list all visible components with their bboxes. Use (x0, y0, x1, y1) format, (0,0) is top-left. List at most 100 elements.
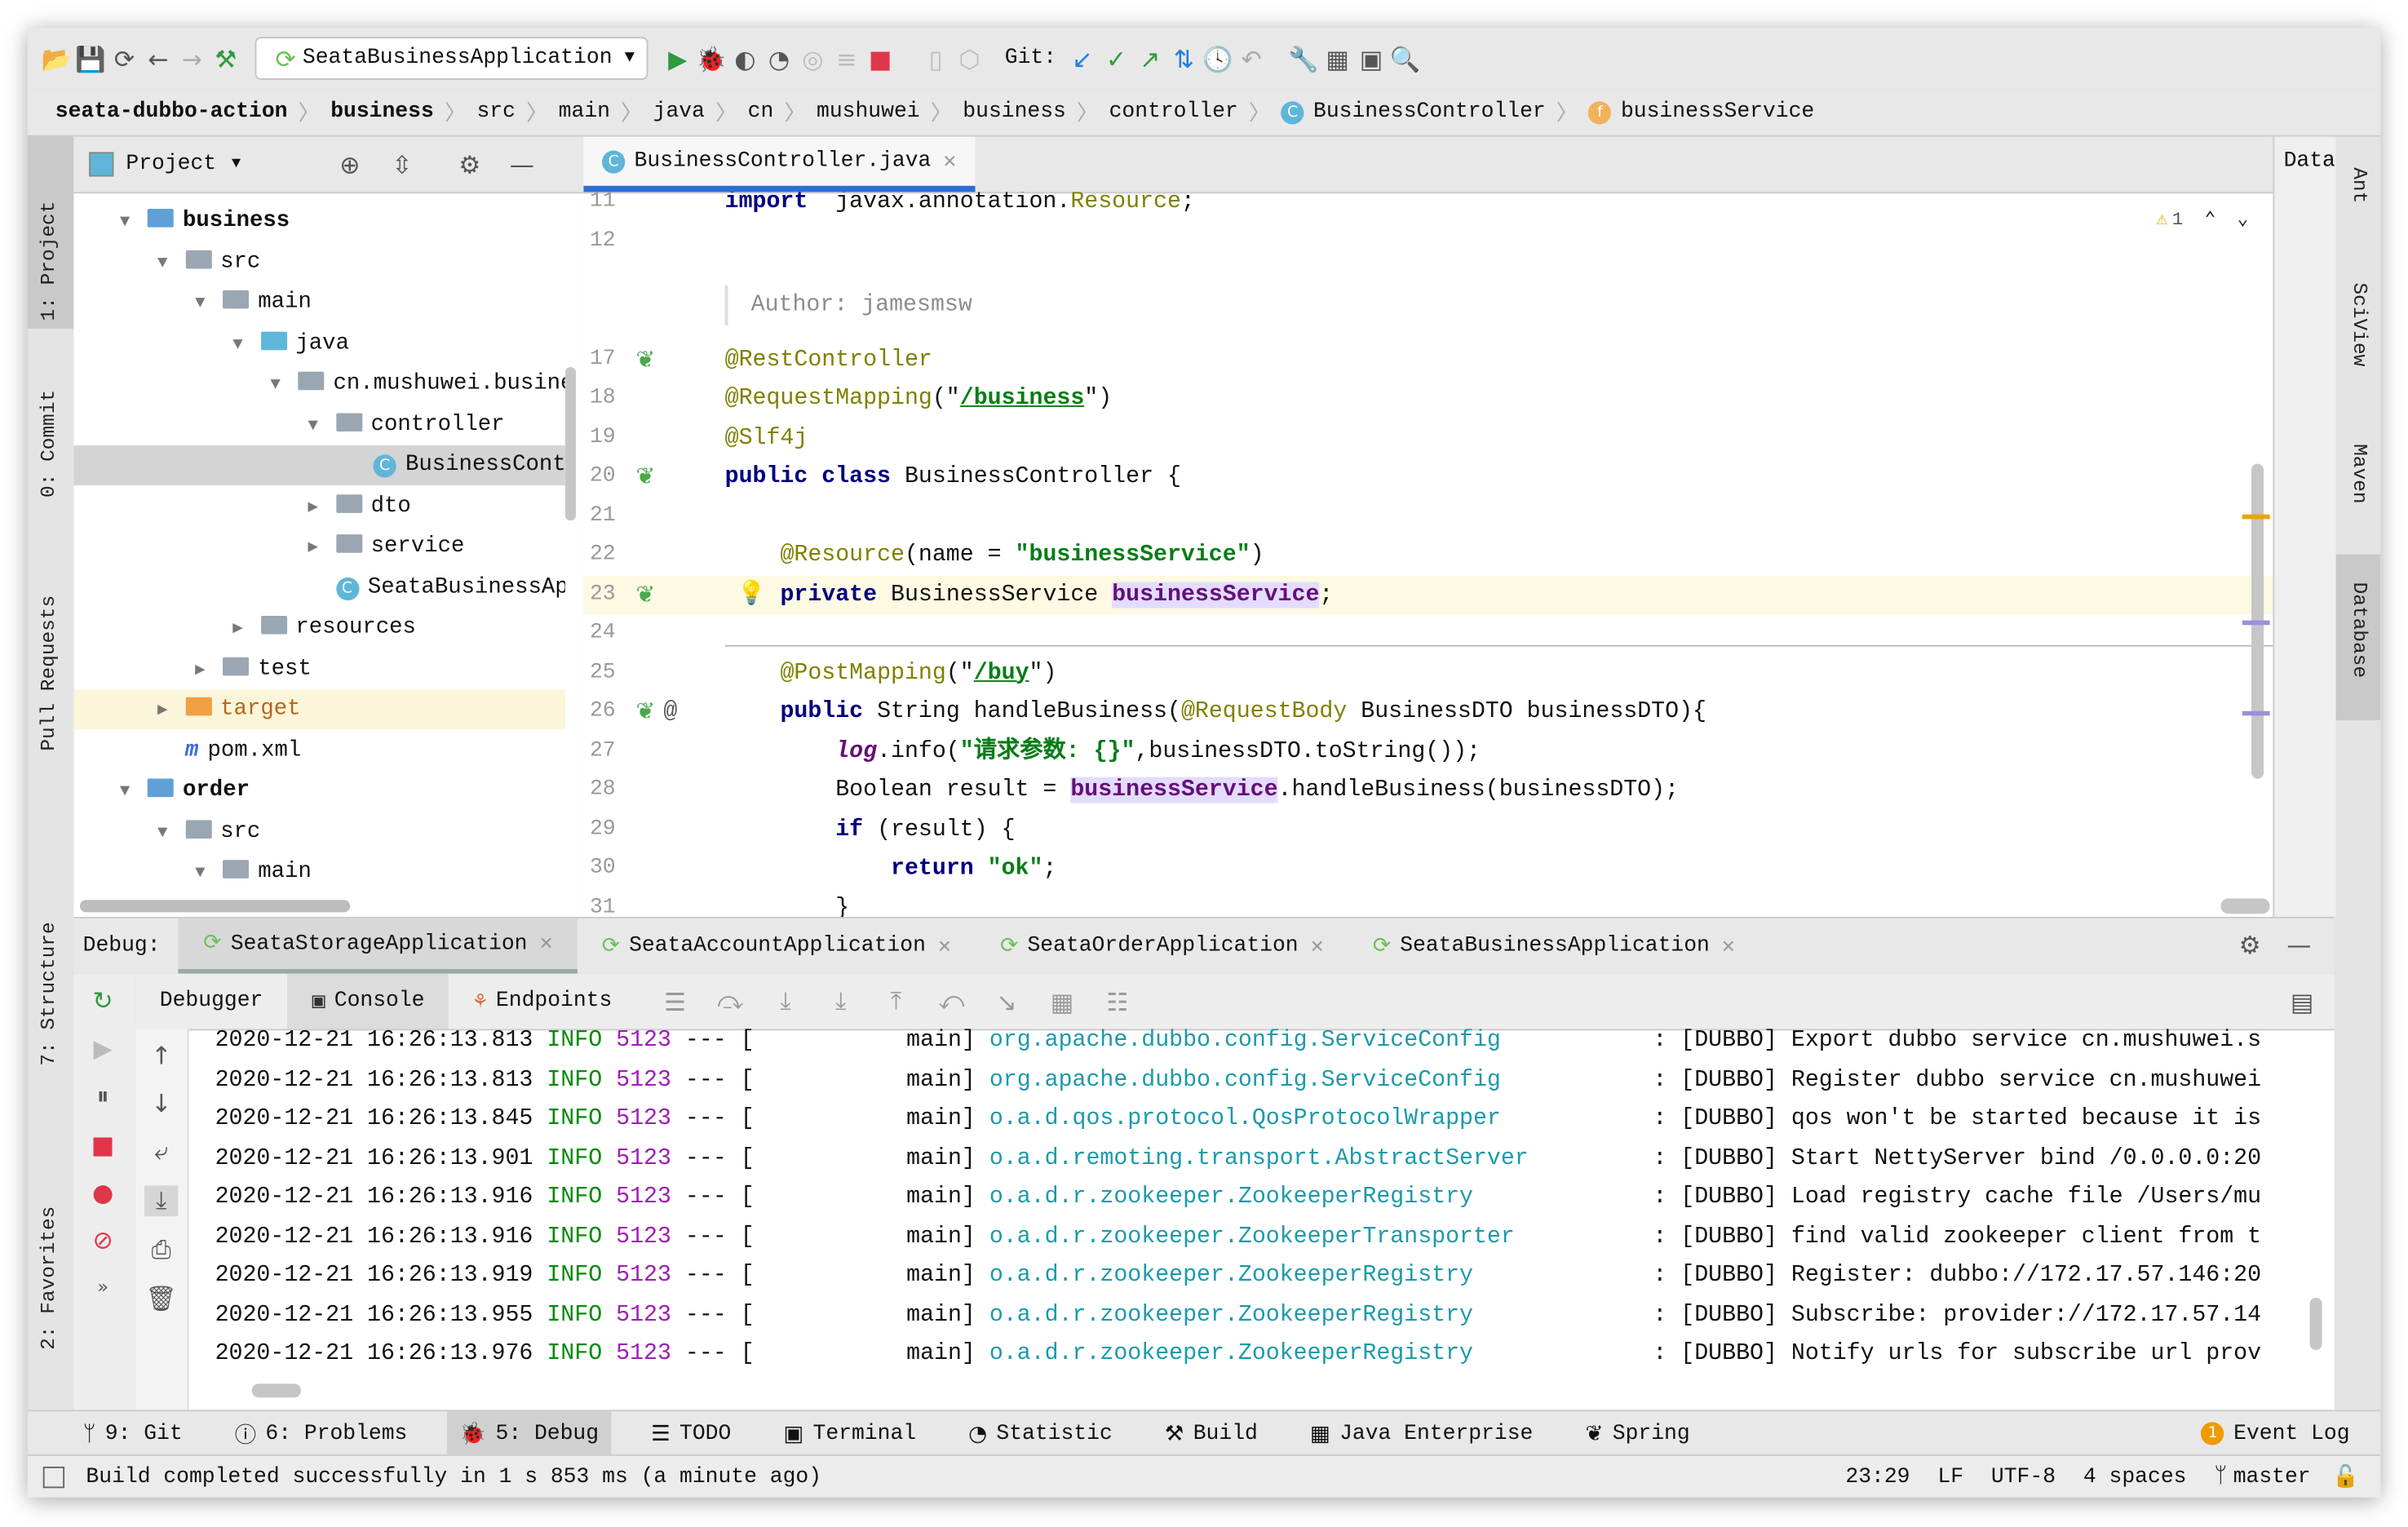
expanded-arrow-icon[interactable]: ▼ (195, 284, 223, 322)
breadcrumb-item[interactable]: business (330, 100, 434, 124)
console-horizontal-scrollbar[interactable] (251, 1383, 302, 1398)
wrench-icon[interactable]: 🔧 (1286, 44, 1320, 73)
tree-item[interactable]: ▶ resources (73, 609, 564, 648)
database-panel-title[interactable]: Data (2274, 137, 2335, 174)
tool-window-todo[interactable]: ☰ TODO (639, 1411, 743, 1456)
collapsed-arrow-icon[interactable]: ▶ (232, 609, 260, 648)
tree-item[interactable]: ▼ main (73, 852, 564, 892)
tool-window-button[interactable]: Ant (2348, 167, 2371, 203)
menu-icon[interactable]: ☰ (658, 987, 692, 1016)
device-icon[interactable]: ▯ (918, 44, 952, 73)
save-icon[interactable]: 💾 (73, 44, 107, 73)
tree-item[interactable]: ▼ src (73, 242, 564, 282)
close-icon[interactable]: ✕ (943, 148, 956, 175)
open-folder-icon[interactable]: 📂 (40, 44, 73, 73)
evaluate-icon[interactable]: ▦ (1045, 987, 1078, 1016)
tree-item[interactable]: ▼ java (73, 323, 564, 363)
back-icon[interactable]: ← (141, 44, 175, 73)
expanded-arrow-icon[interactable]: ▼ (270, 365, 298, 404)
build-hammer-icon[interactable]: ⚒ (209, 44, 242, 73)
next-highlight-icon[interactable]: ⌄ (2238, 207, 2249, 230)
debug-icon[interactable]: 🐞 (694, 44, 728, 73)
lock-icon[interactable]: 🔓 (2332, 1464, 2359, 1490)
spring-bean-gutter-icon[interactable]: ❦ (635, 458, 655, 497)
sdk-icon[interactable]: ⬡ (953, 44, 986, 73)
debug-session-tab[interactable]: ⟳ SeataStorageApplication ✕ (179, 918, 578, 974)
tree-item[interactable]: ▼ main (73, 282, 564, 322)
project-structure-icon[interactable]: ▦ (1321, 44, 1354, 73)
request-mapping-gutter-icon[interactable]: @ (663, 693, 677, 732)
expanded-arrow-icon[interactable]: ▼ (120, 203, 148, 241)
force-step-into-icon[interactable]: ⤓ (824, 986, 857, 1017)
debug-subtab-debugger[interactable]: Debugger (135, 974, 288, 1029)
expanded-arrow-icon[interactable]: ▼ (308, 406, 335, 445)
breadcrumb-item[interactable]: business (963, 100, 1066, 124)
git-branch[interactable]: master (2233, 1465, 2311, 1489)
spring-bean-gutter-icon[interactable]: ❦ (635, 340, 655, 379)
sync-icon[interactable]: ⟳ (108, 44, 141, 73)
step-over-icon[interactable]: ⤼ (714, 986, 747, 1017)
tree-horizontal-scrollbar[interactable] (79, 900, 351, 913)
step-out-icon[interactable]: ⤒ (879, 986, 913, 1017)
tool-window-button[interactable]: 7: Structure (37, 922, 60, 1065)
step-into-icon[interactable]: ⤓ (768, 986, 802, 1017)
project-view-select[interactable]: Project (126, 152, 216, 176)
history-icon[interactable]: 🕓 (1201, 44, 1234, 73)
search-icon[interactable]: 🔍 (1388, 44, 1422, 73)
tree-item[interactable]: ▶ target (73, 689, 565, 730)
close-icon[interactable]: ✕ (938, 933, 951, 959)
expanded-arrow-icon[interactable]: ▼ (232, 325, 260, 363)
terminal-window-icon[interactable]: ▣ (1354, 44, 1388, 73)
git-commit-icon[interactable]: ✓ (1100, 44, 1133, 73)
attach-icon[interactable]: ◎ (796, 44, 830, 73)
forward-icon[interactable]: → (175, 44, 209, 73)
close-icon[interactable]: ✕ (1311, 933, 1324, 959)
hide-icon[interactable]: — (2282, 931, 2316, 960)
tree-item[interactable]: ▶ service (73, 527, 564, 567)
status-toggle-icon[interactable] (42, 1466, 65, 1489)
rollback-icon[interactable]: ↶ (1234, 44, 1268, 73)
profile-icon[interactable]: ◔ (762, 44, 795, 73)
git-merge-icon[interactable]: ⇅ (1167, 44, 1201, 73)
git-update-icon[interactable]: ↙ (1065, 44, 1099, 73)
collapsed-arrow-icon[interactable]: ▶ (308, 488, 335, 526)
line-separator[interactable]: LF (1937, 1465, 1963, 1489)
locate-icon[interactable]: ⊕ (333, 150, 366, 179)
console-output[interactable]: 2020-12-21 16:26:13.813 INFO 5123 --- [ … (73, 1029, 2334, 1411)
expanded-arrow-icon[interactable]: ▼ (195, 854, 223, 892)
breadcrumb-item[interactable]: mushuwei (817, 100, 920, 124)
caret-position[interactable]: 23:29 (1845, 1465, 1910, 1489)
breadcrumb-item[interactable]: main (559, 100, 610, 124)
tool-window-debug[interactable]: 🐞 5: Debug (447, 1411, 612, 1456)
tree-item[interactable]: ▼ cn.mushuwei.business (73, 364, 565, 404)
expanded-arrow-icon[interactable]: ▼ (120, 772, 148, 811)
collapse-all-icon[interactable]: ⇳ (385, 150, 418, 179)
tool-window-javaenterprise[interactable]: ▦ Java Enterprise (1298, 1411, 1546, 1456)
step-icon[interactable]: ≡ (830, 44, 863, 73)
tree-item[interactable]: C SeataBusinessApplication (73, 568, 565, 608)
tab-business-controller[interactable]: C BusinessController.java ✕ (583, 136, 975, 193)
drop-frame-icon[interactable]: ⤺ (935, 986, 968, 1017)
debug-session-tab[interactable]: ⟳ SeataBusinessApplication ✕ (1348, 918, 1760, 974)
close-icon[interactable]: ✕ (1722, 933, 1735, 959)
tool-window-button[interactable]: Database (2348, 582, 2371, 679)
breadcrumb-item[interactable]: controller (1109, 100, 1238, 124)
event-log-button[interactable]: 1 Event Log (2189, 1411, 2362, 1456)
file-encoding[interactable]: UTF-8 (1991, 1465, 2056, 1489)
rerun-icon[interactable]: ↻ (86, 986, 119, 1016)
gear-icon[interactable]: ⚙ (453, 150, 486, 179)
tool-window-spring[interactable]: ❦ Spring (1573, 1411, 1702, 1456)
collapsed-arrow-icon[interactable]: ▶ (157, 691, 185, 729)
collapsed-arrow-icon[interactable]: ▶ (308, 529, 335, 567)
tree-item[interactable]: m pom.xml (73, 730, 564, 770)
tool-window-git[interactable]: ᛘ 9: Git (71, 1411, 195, 1456)
run-icon[interactable]: ▶ (661, 44, 694, 73)
breadcrumb-item[interactable]: cn (748, 100, 774, 124)
breadcrumb-item[interactable]: seata-dubbo-action (55, 100, 288, 124)
tool-window-button[interactable]: SciView (2348, 282, 2371, 366)
debug-session-tab[interactable]: ⟳ SeataAccountApplication ✕ (578, 918, 976, 974)
breadcrumb-item[interactable]: src (476, 100, 515, 124)
tool-window-build[interactable]: ⚒ Build (1153, 1411, 1270, 1456)
code-editor[interactable]: C BusinessController.java ✕ 11 import jav… (583, 136, 2273, 917)
expanded-arrow-icon[interactable]: ▼ (157, 243, 185, 281)
